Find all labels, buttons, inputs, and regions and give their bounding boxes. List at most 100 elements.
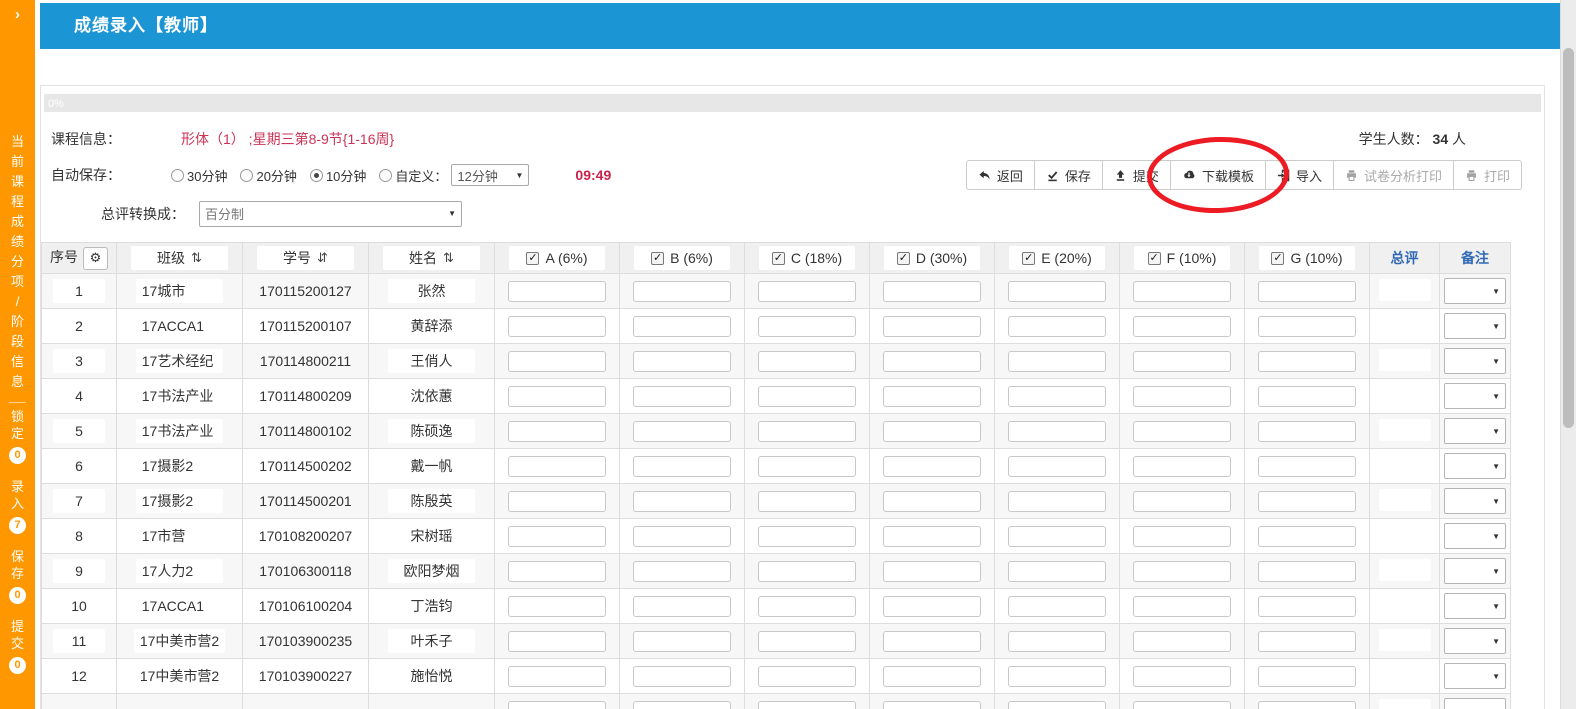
score-input[interactable] (758, 526, 856, 547)
score-input[interactable] (883, 351, 981, 372)
remark-select[interactable]: ▼ (1444, 488, 1506, 514)
score-input[interactable] (758, 386, 856, 407)
score-input[interactable] (883, 666, 981, 687)
score-input[interactable] (758, 281, 856, 302)
back-button[interactable]: 返回 (966, 160, 1035, 190)
score-input[interactable] (633, 351, 731, 372)
score-input[interactable] (883, 456, 981, 477)
remark-select[interactable]: ▼ (1444, 558, 1506, 584)
score-column-checkbox[interactable]: ✓ (526, 252, 539, 265)
score-input[interactable] (1258, 561, 1356, 582)
score-input[interactable] (758, 666, 856, 687)
score-input[interactable] (1008, 526, 1106, 547)
scrollbar-thumb[interactable] (1563, 48, 1574, 428)
score-input[interactable] (508, 596, 606, 617)
score-input[interactable] (1008, 596, 1106, 617)
score-input[interactable] (508, 631, 606, 652)
score-input[interactable] (633, 491, 731, 512)
score-input[interactable] (1258, 631, 1356, 652)
score-column-checkbox[interactable]: ✓ (651, 252, 664, 265)
score-input[interactable] (1008, 491, 1106, 512)
sort-alpha-icon[interactable]: ⇅ (443, 250, 454, 266)
score-input[interactable] (1008, 281, 1106, 302)
score-input[interactable] (1133, 456, 1231, 477)
score-input[interactable] (633, 421, 731, 442)
score-input[interactable] (633, 386, 731, 407)
autosave-radio[interactable]: 10分钟 (310, 166, 366, 185)
score-input[interactable] (633, 281, 731, 302)
score-input[interactable] (1133, 281, 1231, 302)
score-input[interactable] (508, 701, 606, 709)
convert-select[interactable]: 百分制 ▼ (199, 201, 462, 227)
score-column-checkbox[interactable]: ✓ (1148, 252, 1161, 265)
autosave-radio[interactable]: 20分钟 (240, 166, 296, 185)
score-input[interactable] (508, 561, 606, 582)
remark-select[interactable]: ▼ (1444, 348, 1506, 374)
autosave-radio[interactable]: 30分钟 (171, 166, 227, 185)
score-input[interactable] (1133, 701, 1231, 709)
remark-select[interactable]: ▼ (1444, 523, 1506, 549)
remark-select[interactable]: ▼ (1444, 278, 1506, 304)
score-input[interactable] (508, 386, 606, 407)
score-input[interactable] (883, 386, 981, 407)
score-input[interactable] (1133, 316, 1231, 337)
autosave-radio[interactable]: 自定义： (379, 166, 447, 185)
score-input[interactable] (1258, 281, 1356, 302)
score-input[interactable] (633, 526, 731, 547)
remark-select[interactable]: ▼ (1444, 383, 1506, 409)
score-input[interactable] (1008, 316, 1106, 337)
score-input[interactable] (883, 491, 981, 512)
score-input[interactable] (758, 701, 856, 709)
save-button[interactable]: 保存 (1035, 160, 1103, 190)
score-input[interactable] (633, 456, 731, 477)
score-input[interactable] (1133, 666, 1231, 687)
score-input[interactable] (633, 631, 731, 652)
score-input[interactable] (1008, 351, 1106, 372)
score-column-checkbox[interactable]: ✓ (1022, 252, 1035, 265)
score-input[interactable] (1258, 316, 1356, 337)
score-input[interactable] (1258, 351, 1356, 372)
score-input[interactable] (1258, 421, 1356, 442)
remark-select[interactable]: ▼ (1444, 593, 1506, 619)
remark-select[interactable]: ▼ (1444, 313, 1506, 339)
score-input[interactable] (883, 561, 981, 582)
score-input[interactable] (758, 561, 856, 582)
remark-select[interactable]: ▼ (1444, 698, 1506, 709)
score-input[interactable] (1133, 491, 1231, 512)
scrollbar[interactable] (1560, 0, 1576, 709)
score-input[interactable] (508, 316, 606, 337)
score-input[interactable] (1133, 386, 1231, 407)
submit-button[interactable]: 提交 (1103, 160, 1171, 190)
sort-alpha-icon[interactable]: ⇅ (191, 250, 202, 266)
score-input[interactable] (633, 561, 731, 582)
score-input[interactable] (1008, 421, 1106, 442)
score-input[interactable] (508, 421, 606, 442)
score-input[interactable] (758, 351, 856, 372)
score-input[interactable] (633, 316, 731, 337)
score-input[interactable] (1133, 561, 1231, 582)
score-input[interactable] (1133, 526, 1231, 547)
sort-numeric-icon[interactable]: ⇵ (317, 250, 328, 266)
remark-select[interactable]: ▼ (1444, 663, 1506, 689)
score-input[interactable] (1258, 701, 1356, 709)
score-input[interactable] (758, 596, 856, 617)
score-input[interactable] (508, 456, 606, 477)
score-input[interactable] (1258, 596, 1356, 617)
score-input[interactable] (508, 491, 606, 512)
score-column-checkbox[interactable]: ✓ (897, 252, 910, 265)
score-input[interactable] (508, 351, 606, 372)
score-input[interactable] (1258, 491, 1356, 512)
score-input[interactable] (1008, 701, 1106, 709)
score-input[interactable] (883, 316, 981, 337)
score-input[interactable] (1258, 666, 1356, 687)
column-settings-button[interactable]: ⚙ (83, 247, 108, 270)
score-input[interactable] (1258, 386, 1356, 407)
download-template-button[interactable]: 下载模板 (1171, 160, 1266, 190)
score-input[interactable] (1008, 561, 1106, 582)
score-input[interactable] (758, 631, 856, 652)
score-input[interactable] (758, 456, 856, 477)
score-input[interactable] (883, 631, 981, 652)
score-input[interactable] (1133, 631, 1231, 652)
custom-interval-select[interactable]: 12分钟 ▼ (451, 164, 529, 186)
score-input[interactable] (758, 421, 856, 442)
